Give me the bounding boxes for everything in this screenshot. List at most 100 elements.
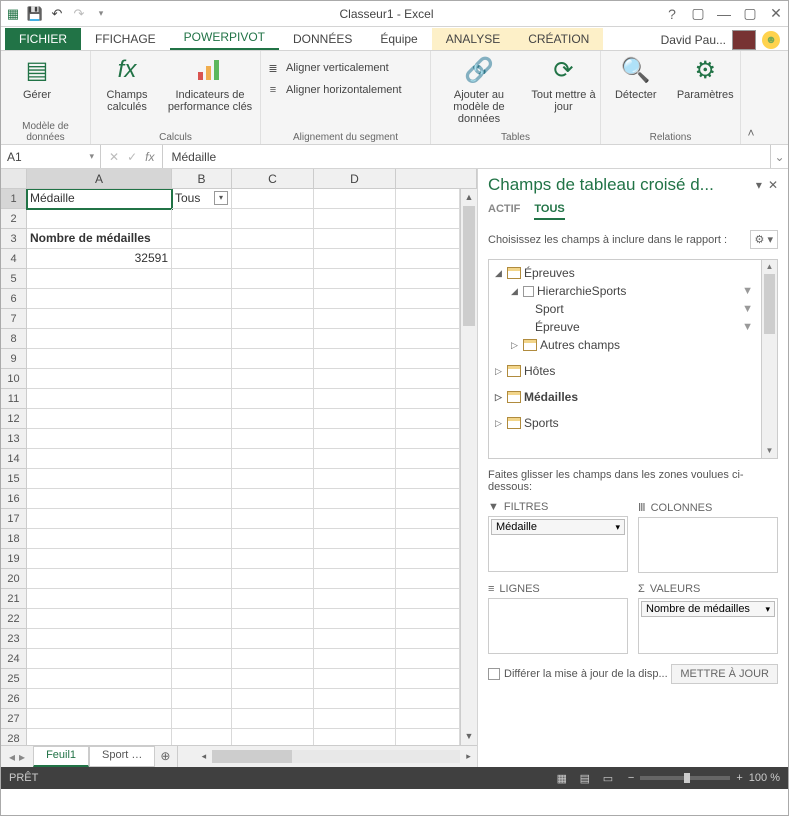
row-header[interactable]: 8 — [1, 329, 27, 349]
cell[interactable] — [314, 549, 396, 569]
cell[interactable] — [314, 189, 396, 209]
cell[interactable] — [232, 729, 314, 745]
cell[interactable] — [172, 269, 232, 289]
cell[interactable] — [172, 629, 232, 649]
cell[interactable] — [396, 269, 460, 289]
sheet-tab-sport[interactable]: Sport … — [89, 746, 155, 767]
col-header-b[interactable]: B — [172, 169, 232, 189]
cell[interactable] — [27, 429, 172, 449]
scroll-down-icon[interactable]: ▼ — [461, 728, 477, 745]
collapse-ribbon-icon[interactable]: ˄ — [741, 51, 761, 144]
cell[interactable] — [314, 309, 396, 329]
cell[interactable] — [396, 669, 460, 689]
cell[interactable] — [314, 509, 396, 529]
cell[interactable] — [232, 589, 314, 609]
row-header[interactable]: 14 — [1, 449, 27, 469]
row-header[interactable]: 6 — [1, 289, 27, 309]
fieldlist-scrollbar[interactable]: ▲▼ — [761, 260, 777, 458]
tab-donnees[interactable]: DONNÉES — [279, 28, 366, 50]
filter-icon[interactable]: ▼ — [742, 285, 753, 297]
view-pagebreak-icon[interactable]: ▭ — [598, 772, 618, 785]
field-epreuves[interactable]: ◢Épreuves — [491, 264, 759, 282]
dropzone-columns[interactable] — [638, 517, 778, 573]
cell[interactable] — [27, 609, 172, 629]
tab-affichage[interactable]: FFICHAGE — [81, 28, 170, 50]
cell[interactable] — [172, 229, 232, 249]
minimize-icon[interactable]: — — [716, 6, 732, 22]
row-header[interactable]: 21 — [1, 589, 27, 609]
scroll-left-icon[interactable]: ◂ — [195, 751, 212, 762]
cell[interactable] — [232, 349, 314, 369]
cell[interactable] — [172, 589, 232, 609]
field-autres[interactable]: ▷Autres champs — [491, 336, 759, 354]
manage-button[interactable]: ▤ Gérer — [5, 54, 69, 101]
align-vertical-button[interactable]: ≣Aligner verticalement — [265, 58, 389, 78]
cell[interactable] — [27, 729, 172, 745]
cell[interactable] — [232, 209, 314, 229]
cell[interactable] — [314, 689, 396, 709]
cell[interactable] — [396, 729, 460, 745]
zoom-in-icon[interactable]: + — [736, 772, 742, 784]
row-header[interactable]: 1 — [1, 189, 27, 209]
row-header[interactable]: 5 — [1, 269, 27, 289]
cell[interactable] — [396, 189, 460, 209]
tp-tab-actif[interactable]: ACTIF — [488, 203, 520, 220]
scroll-right-icon[interactable]: ▸ — [460, 751, 477, 762]
name-box[interactable]: A1▾ — [1, 145, 101, 168]
save-icon[interactable]: 💾 — [27, 6, 43, 22]
tp-tools-button[interactable]: ⚙ ▾ — [750, 230, 778, 249]
expand-formula-icon[interactable]: ⌄ — [770, 145, 788, 168]
cell[interactable] — [27, 269, 172, 289]
row-header[interactable]: 11 — [1, 389, 27, 409]
accept-formula-icon[interactable]: ✓ — [127, 150, 137, 164]
maximize-icon[interactable]: ▢ — [742, 5, 758, 22]
row-header[interactable]: 7 — [1, 309, 27, 329]
col-header-a[interactable]: A — [27, 169, 172, 189]
cell[interactable] — [27, 409, 172, 429]
cell[interactable] — [232, 709, 314, 729]
cell[interactable] — [172, 689, 232, 709]
row-header[interactable]: 25 — [1, 669, 27, 689]
cell[interactable] — [172, 529, 232, 549]
cell[interactable] — [232, 229, 314, 249]
cell[interactable] — [27, 209, 172, 229]
cell[interactable] — [232, 249, 314, 269]
cell[interactable] — [314, 589, 396, 609]
cell[interactable] — [232, 329, 314, 349]
sheet-nav-prev-icon[interactable]: ◂ — [9, 750, 15, 764]
cell[interactable] — [172, 389, 232, 409]
cell[interactable] — [396, 549, 460, 569]
field-hotes[interactable]: ▷Hôtes — [491, 362, 759, 380]
calc-fields-button[interactable]: fx Champs calculés — [95, 54, 159, 113]
cell[interactable] — [172, 729, 232, 745]
col-header-c[interactable]: C — [232, 169, 314, 189]
cell[interactable] — [314, 409, 396, 429]
filter-icon[interactable]: ▼ — [742, 321, 753, 333]
refresh-all-button[interactable]: ⟳ Tout mettre à jour — [531, 54, 596, 113]
align-horizontal-button[interactable]: ≡Aligner horizontalement — [265, 80, 402, 100]
view-normal-icon[interactable]: ▦ — [552, 772, 572, 785]
sheet-nav-next-icon[interactable]: ▸ — [19, 750, 25, 764]
cell[interactable] — [27, 509, 172, 529]
cell[interactable] — [396, 709, 460, 729]
close-icon[interactable]: ✕ — [768, 5, 784, 22]
vertical-scrollbar[interactable]: ▲ ▼ — [460, 189, 477, 745]
cell[interactable] — [27, 529, 172, 549]
cell[interactable] — [314, 669, 396, 689]
help-icon[interactable]: ? — [664, 6, 680, 22]
cell[interactable] — [396, 529, 460, 549]
tp-tab-tous[interactable]: TOUS — [534, 203, 564, 220]
row-header[interactable]: 13 — [1, 429, 27, 449]
cell[interactable] — [172, 469, 232, 489]
row-header[interactable]: 19 — [1, 549, 27, 569]
cell[interactable] — [314, 229, 396, 249]
row-header[interactable]: 12 — [1, 409, 27, 429]
cell[interactable] — [396, 509, 460, 529]
cell[interactable] — [172, 309, 232, 329]
tab-analyse[interactable]: ANALYSE — [432, 28, 514, 50]
horizontal-scrollbar[interactable]: ◂ ▸ — [195, 746, 477, 767]
cell[interactable] — [232, 409, 314, 429]
dropzone-rows[interactable] — [488, 598, 628, 654]
field-medailles[interactable]: ▷Médailles — [491, 388, 759, 406]
cell[interactable] — [396, 469, 460, 489]
